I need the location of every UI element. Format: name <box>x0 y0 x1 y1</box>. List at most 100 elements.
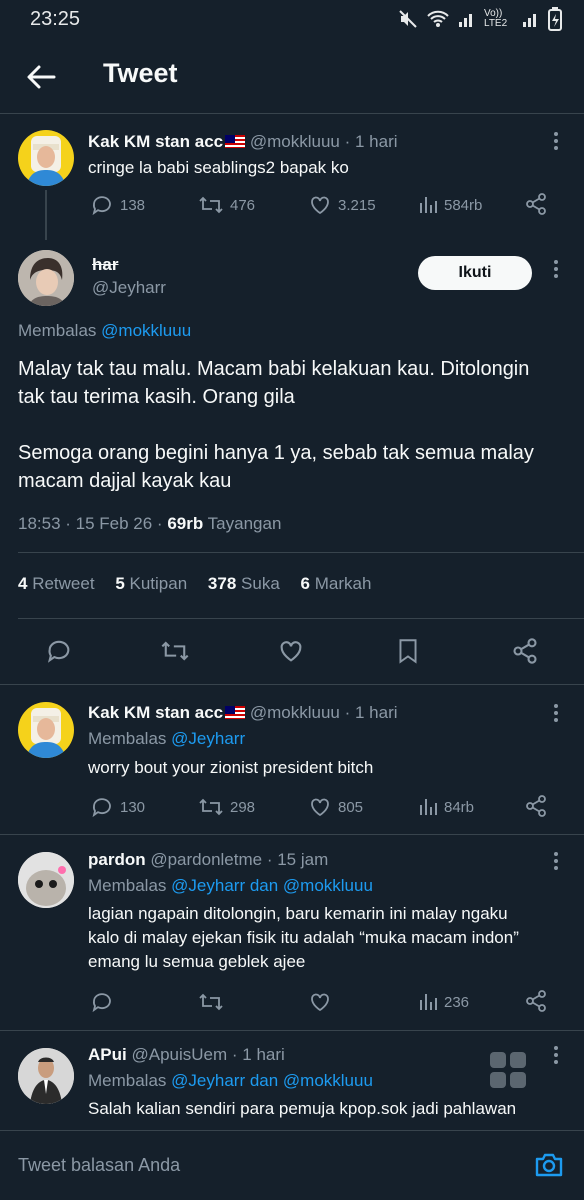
tweet-text: Malay tak tau malu. Macam babi kelakuan … <box>18 358 534 492</box>
signal-icon-2 <box>523 14 536 27</box>
share-icon[interactable] <box>524 192 548 216</box>
handle[interactable]: @pardonletme <box>150 850 262 869</box>
tweet-header: pardon @pardonletme · 15 jam <box>88 850 328 870</box>
quote-stat[interactable]: 5 Kutipan <box>115 574 203 593</box>
retweet-button[interactable]: 476 <box>198 193 255 217</box>
share-icon[interactable] <box>524 989 548 1013</box>
retweet-icon <box>199 798 223 816</box>
retweet-icon[interactable] <box>198 990 224 1014</box>
views-chart-icon <box>420 197 437 213</box>
signal-icon <box>459 14 472 27</box>
camera-icon[interactable] <box>533 1149 565 1181</box>
divider <box>0 1030 584 1031</box>
heart-icon[interactable] <box>277 637 305 665</box>
handle[interactable]: @mokkluuu <box>250 132 340 151</box>
like-count: 805 <box>338 798 364 816</box>
retweet-stat[interactable]: 4 Retweet <box>18 574 111 593</box>
share-icon[interactable] <box>511 637 539 665</box>
replying-to-link[interactable]: @Jeyharr dan @mokkluuu <box>171 876 373 895</box>
app-grid-icon[interactable] <box>488 1050 528 1090</box>
like-stat[interactable]: 378 Suka <box>208 574 296 593</box>
retweet-icon[interactable] <box>160 637 190 665</box>
avatar-image <box>18 1048 74 1104</box>
display-name[interactable]: pardon <box>88 850 146 869</box>
views-button[interactable]: 84rb <box>418 795 474 819</box>
timestamp: · 1 hari <box>344 132 398 151</box>
like-button[interactable]: 3.215 <box>308 193 376 217</box>
tweet-header: Kak KM stan acc @mokkluuu · 1 hari <box>88 132 398 152</box>
view-count: 69rb <box>167 514 204 533</box>
more-options-icon[interactable] <box>548 258 564 280</box>
avatar-image <box>18 852 74 908</box>
views-chart-icon <box>420 799 437 815</box>
replying-to-link[interactable]: @Jeyharr <box>171 729 245 748</box>
display-name[interactable]: har <box>92 255 118 274</box>
retweet-count: 476 <box>230 196 256 214</box>
replying-prefix: Membalas <box>18 321 97 340</box>
status-bar: 23:25 Vo)) LTE2 <box>0 0 584 40</box>
replying-prefix: Membalas <box>88 876 167 895</box>
share-icon[interactable] <box>524 794 548 818</box>
bookmark-icon[interactable] <box>395 637 421 665</box>
malaysia-flag-icon <box>225 706 246 719</box>
retweet-button[interactable]: 298 <box>198 795 255 819</box>
handle[interactable]: @mokkluuu <box>250 703 340 722</box>
avatar[interactable] <box>18 1048 74 1104</box>
reply-button[interactable]: 130 <box>90 795 145 819</box>
network-label: Vo)) LTE2 <box>484 8 508 29</box>
more-options-icon[interactable] <box>548 702 564 724</box>
like-count: 3.215 <box>338 196 376 214</box>
avatar[interactable] <box>18 702 74 758</box>
reply-input[interactable]: Tweet balasan Anda <box>18 1155 180 1176</box>
engagement-stats: 4 Retweet 5 Kutipan 378 Suka 6 Markah <box>18 574 387 594</box>
display-name[interactable]: Kak KM stan acc <box>88 132 223 151</box>
divider <box>0 684 584 685</box>
tweet-text: Salah kalian sendiri para pemuja kpop.so… <box>88 1099 517 1118</box>
like-button[interactable]: 805 <box>308 795 363 819</box>
replying-to-link[interactable]: @Jeyharr dan @mokkluuu <box>171 1071 373 1090</box>
replying-prefix: Membalas <box>88 1071 167 1090</box>
views-button[interactable]: 236 <box>418 990 469 1014</box>
tweet-text: lagian ngapain ditolongin, baru kemarin … <box>88 904 519 971</box>
back-arrow-icon[interactable] <box>24 60 58 94</box>
reply-composer[interactable]: Tweet balasan Anda <box>0 1130 584 1200</box>
views-chart-icon <box>420 994 437 1010</box>
avatar-image <box>26 136 66 186</box>
avatar-image <box>26 708 66 758</box>
top-app-bar: Tweet <box>0 40 584 114</box>
heart-icon[interactable] <box>308 990 332 1014</box>
tweet-meta: 18:53 · 15 Feb 26 · 69rb Tayangan <box>18 514 281 534</box>
tweet-text: cringe la babi seablings2 bapak ko <box>88 158 349 177</box>
reply-count: 138 <box>120 196 146 214</box>
reply-icon <box>92 798 111 818</box>
divider <box>0 834 584 835</box>
reply-button[interactable]: 138 <box>90 193 145 217</box>
views-button[interactable]: 584rb <box>418 193 482 217</box>
reply-icon[interactable] <box>90 990 114 1014</box>
page-title: Tweet <box>103 58 178 88</box>
malaysia-flag-icon <box>225 135 246 148</box>
avatar[interactable] <box>18 250 74 306</box>
replying-to: Membalas @Jeyharr dan @mokkluuu <box>88 876 373 896</box>
follow-button[interactable]: Ikuti <box>418 256 532 290</box>
display-name[interactable]: Kak KM stan acc <box>88 703 223 722</box>
more-options-icon[interactable] <box>548 1044 564 1066</box>
reply-count: 130 <box>120 798 146 816</box>
heart-icon <box>311 798 329 817</box>
avatar[interactable] <box>18 130 74 186</box>
reply-icon[interactable] <box>45 637 73 665</box>
handle[interactable]: @Jeyharr <box>92 278 166 298</box>
avatar[interactable] <box>18 852 74 908</box>
timestamp: 18:53 · 15 Feb 26 · <box>18 514 168 533</box>
replying-to-link[interactable]: @mokkluuu <box>101 321 191 340</box>
view-label: Tayangan <box>203 514 282 533</box>
handle[interactable]: @ApuisUem <box>131 1045 227 1064</box>
display-name[interactable]: APui <box>88 1045 127 1064</box>
bookmark-stat[interactable]: 6 Markah <box>301 574 388 593</box>
status-icons: Vo)) LTE2 <box>398 7 562 31</box>
mute-icon <box>399 10 417 28</box>
avatar-image <box>18 250 74 306</box>
more-options-icon[interactable] <box>548 850 564 872</box>
replying-prefix: Membalas <box>88 729 167 748</box>
more-options-icon[interactable] <box>548 130 564 152</box>
